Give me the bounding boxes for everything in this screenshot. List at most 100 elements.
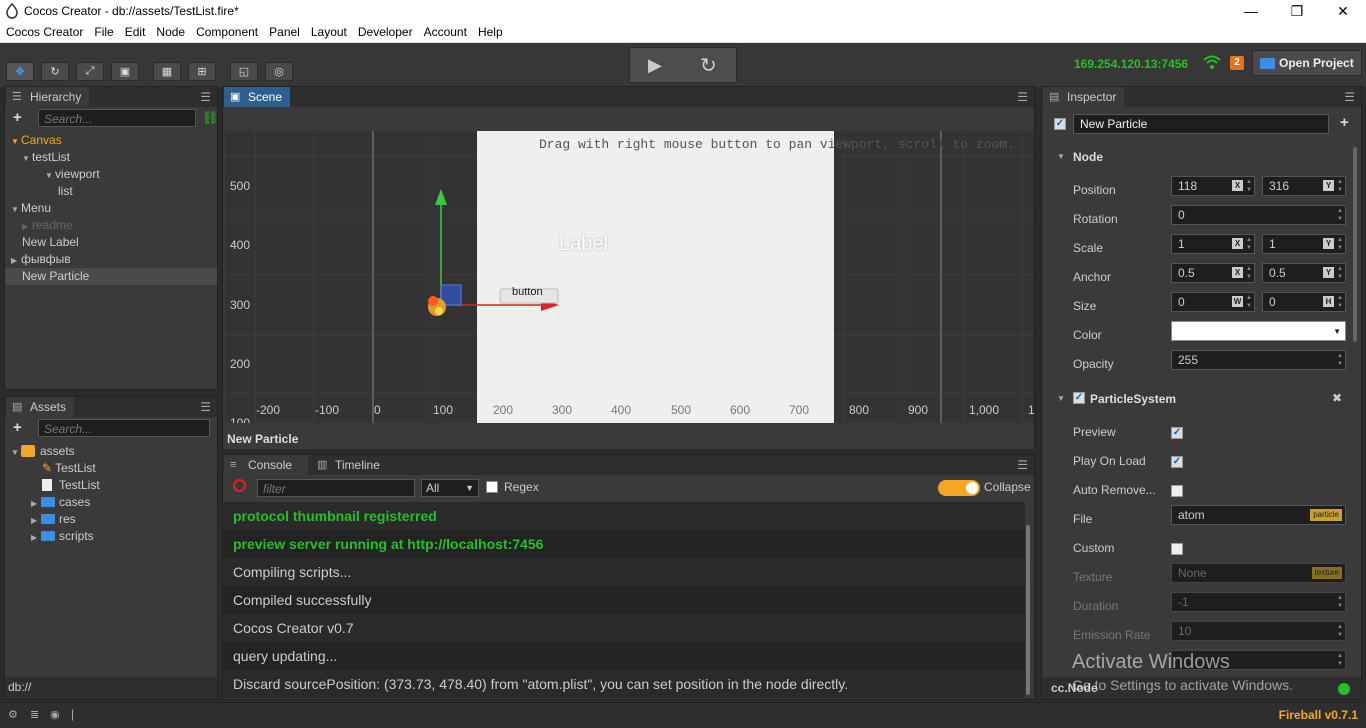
local-global-icon[interactable]: ▦ bbox=[153, 62, 181, 81]
panel-menu-icon[interactable]: ☰ bbox=[1344, 90, 1355, 104]
close-button[interactable]: ✕ bbox=[1320, 0, 1366, 22]
scale-tool-icon[interactable]: ⤢ bbox=[76, 62, 104, 81]
tree-node-viewport[interactable]: ▼ viewport bbox=[5, 166, 217, 183]
node-active-checkbox[interactable]: ✓ bbox=[1054, 118, 1066, 130]
add-component-button[interactable]: + bbox=[1340, 114, 1349, 131]
anchor-y-input[interactable]: 0.5 Y ▲ ▼ bbox=[1262, 263, 1346, 283]
regex-checkbox[interactable] bbox=[486, 481, 498, 493]
asset-item-testlist-fire[interactable]: ✎ TestList bbox=[5, 460, 217, 477]
node-section-header[interactable]: ▼ Node bbox=[1042, 145, 1361, 169]
tab-assets[interactable]: ▤ Assets bbox=[6, 397, 75, 417]
auto-remove-checkbox[interactable] bbox=[1171, 485, 1183, 497]
particle-section-header[interactable]: ▼ ✓ ParticleSystem ✖ bbox=[1042, 387, 1361, 411]
preview-checkbox[interactable]: ✓ bbox=[1171, 427, 1183, 439]
anchor-icon[interactable]: ◱ bbox=[230, 62, 258, 81]
menu-edit[interactable]: Edit bbox=[125, 25, 146, 39]
scale-x-input[interactable]: 1 X ▲ ▼ bbox=[1171, 234, 1255, 254]
panel-menu-icon[interactable]: ☰ bbox=[1017, 90, 1028, 104]
rotate-tool-icon[interactable]: ↻ bbox=[41, 62, 69, 81]
minimize-button[interactable]: — bbox=[1228, 0, 1274, 22]
position-y-input[interactable]: 316 Y ▲ ▼ bbox=[1262, 176, 1346, 196]
log-level-select[interactable]: All ▼ bbox=[421, 479, 479, 497]
tree-node-list[interactable]: list bbox=[5, 183, 217, 200]
particle-enabled-checkbox[interactable]: ✓ bbox=[1073, 392, 1085, 404]
menu-file[interactable]: File bbox=[94, 25, 113, 39]
tree-node-new-label[interactable]: New Label bbox=[5, 234, 217, 251]
spinner-icon[interactable]: ▲ ▼ bbox=[1245, 178, 1253, 194]
panel-menu-icon[interactable]: ☰ bbox=[200, 90, 211, 104]
play-button[interactable]: ▶ bbox=[648, 55, 662, 76]
menu-account[interactable]: Account bbox=[424, 25, 467, 39]
file-asset-field[interactable]: atom particle bbox=[1171, 505, 1346, 525]
menu-cocos-creator[interactable]: Cocos Creator bbox=[6, 25, 83, 39]
refresh-button[interactable]: ↻ bbox=[700, 53, 717, 78]
rect-tool-icon[interactable]: ▣ bbox=[111, 62, 139, 81]
tab-hierarchy[interactable]: ☰ Hierarchy bbox=[6, 87, 90, 107]
node-name-input[interactable]: New Particle bbox=[1073, 114, 1329, 134]
console-scrollbar[interactable] bbox=[1026, 525, 1030, 695]
spinner-icon[interactable]: ▲ ▼ bbox=[1336, 236, 1344, 252]
menu-help[interactable]: Help bbox=[478, 25, 503, 39]
menu-panel[interactable]: Panel bbox=[269, 25, 300, 39]
tree-node-testlist[interactable]: ▼ testList bbox=[5, 149, 217, 166]
asset-folder-cases[interactable]: ▶ cases bbox=[5, 494, 217, 511]
spinner-icon[interactable]: ▲ ▼ bbox=[1245, 236, 1253, 252]
assets-search-input[interactable]: Search... bbox=[38, 419, 210, 437]
console-filter-input[interactable]: filter bbox=[257, 479, 415, 497]
database-icon[interactable]: ≣ bbox=[30, 708, 39, 721]
tab-timeline[interactable]: ▥ Timeline bbox=[311, 455, 388, 475]
maximize-button[interactable]: ❐ bbox=[1274, 0, 1320, 22]
spinner-icon[interactable]: ▲ ▼ bbox=[1336, 265, 1344, 281]
eye-icon[interactable]: ◉ bbox=[50, 708, 60, 721]
tree-node-fyvfyv[interactable]: ▶ фывфыв bbox=[5, 251, 217, 268]
anchor-x-input[interactable]: 0.5 X ▲ ▼ bbox=[1171, 263, 1255, 283]
clear-console-icon[interactable] bbox=[233, 479, 246, 492]
spinner-icon[interactable]: ▲ ▼ bbox=[1336, 294, 1344, 310]
link-icon[interactable]: ⛓ bbox=[202, 110, 219, 126]
tree-node-menu[interactable]: ▼ Menu bbox=[5, 200, 217, 217]
settings-icon[interactable]: ⚙ bbox=[8, 708, 18, 721]
spinner-icon[interactable]: ▲ ▼ bbox=[1336, 178, 1344, 194]
spinner-icon[interactable]: ▲ ▼ bbox=[1245, 265, 1253, 281]
position-x-input[interactable]: 118 X ▲ ▼ bbox=[1171, 176, 1255, 196]
play-on-load-checkbox[interactable]: ✓ bbox=[1171, 456, 1183, 468]
custom-checkbox[interactable] bbox=[1171, 543, 1183, 555]
rotation-input[interactable]: 0 ▲ ▼ bbox=[1171, 205, 1346, 225]
gizmo-icon[interactable]: ◎ bbox=[265, 62, 293, 81]
color-picker[interactable]: ▼ bbox=[1171, 321, 1346, 341]
tab-scene[interactable]: ▣ Scene bbox=[224, 87, 291, 107]
device-count-badge[interactable]: 2 bbox=[1230, 56, 1244, 70]
open-project-button[interactable]: Open Project bbox=[1252, 50, 1362, 76]
tab-console[interactable]: ≡ Console bbox=[224, 455, 308, 475]
remove-component-icon[interactable]: ✖ bbox=[1332, 391, 1342, 405]
tree-node-new-particle[interactable]: New Particle bbox=[5, 268, 217, 285]
panel-menu-icon[interactable]: ☰ bbox=[200, 400, 211, 414]
spinner-icon[interactable]: ▲ ▼ bbox=[1336, 352, 1344, 368]
tree-node-canvas[interactable]: ▼ Canvas bbox=[5, 132, 217, 149]
menu-node[interactable]: Node bbox=[156, 25, 185, 39]
move-tool-icon[interactable]: ✥ bbox=[6, 62, 34, 81]
inspector-scrollbar[interactable] bbox=[1353, 147, 1357, 342]
console-log-list[interactable]: protocol thumbnail registerred preview s… bbox=[223, 502, 1025, 698]
panel-menu-icon[interactable]: ☰ bbox=[1017, 458, 1028, 472]
collapse-toggle[interactable] bbox=[938, 480, 980, 496]
tree-node-readme[interactable]: ▶ readme bbox=[5, 217, 217, 234]
hierarchy-search-input[interactable]: Search... bbox=[38, 109, 196, 127]
tab-inspector[interactable]: ▤ Inspector bbox=[1043, 87, 1125, 107]
size-w-input[interactable]: 0 W ▲ ▼ bbox=[1171, 292, 1255, 312]
add-asset-button[interactable]: + bbox=[13, 419, 22, 436]
scene-viewport[interactable]: Drag with right mouse button to pan view… bbox=[225, 131, 1034, 423]
menu-layout[interactable]: Layout bbox=[311, 25, 347, 39]
spinner-icon[interactable]: ▲ ▼ bbox=[1245, 294, 1253, 310]
size-h-input[interactable]: 0 H ▲ ▼ bbox=[1262, 292, 1346, 312]
scale-y-input[interactable]: 1 Y ▲ ▼ bbox=[1262, 234, 1346, 254]
menu-component[interactable]: Component bbox=[196, 25, 258, 39]
add-node-button[interactable]: + bbox=[13, 109, 22, 126]
asset-folder-root[interactable]: ▼ assets bbox=[5, 443, 217, 460]
asset-folder-res[interactable]: ▶ res bbox=[5, 511, 217, 528]
asset-folder-scripts[interactable]: ▶ scripts bbox=[5, 528, 217, 545]
spinner-icon[interactable]: ▲ ▼ bbox=[1336, 207, 1344, 223]
opacity-input[interactable]: 255 ▲ ▼ bbox=[1171, 350, 1346, 370]
asset-item-testlist-script[interactable]: TestList bbox=[5, 477, 217, 494]
pivot-center-icon[interactable]: ⊞ bbox=[188, 62, 216, 81]
